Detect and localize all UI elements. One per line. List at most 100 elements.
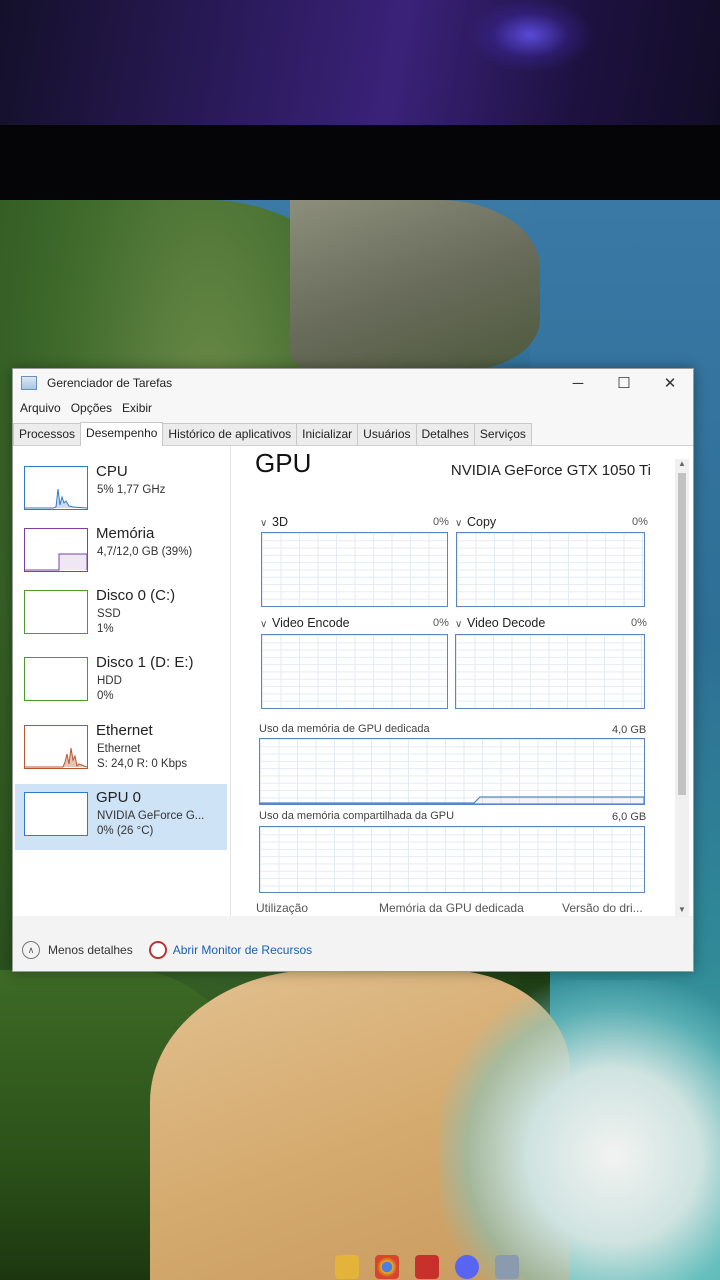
- tab-historico[interactable]: Histórico de aplicativos: [162, 423, 298, 445]
- graph-video-encode: [261, 634, 448, 709]
- menu-bar: Arquivo Opções Exibir: [13, 397, 693, 419]
- graph-3d: [261, 532, 448, 607]
- graph-dedicated-memory: [259, 738, 645, 805]
- fewer-details-button[interactable]: Menos detalhes: [48, 943, 133, 957]
- graph-shared-memory: [259, 826, 645, 893]
- stat-utilizacao-label: Utilização: [256, 901, 309, 915]
- engine-selector-copy[interactable]: ∨ Copy: [455, 515, 496, 529]
- chrome-icon[interactable]: [375, 1255, 399, 1279]
- wallpaper-rock: [290, 200, 540, 370]
- engine-label: 3D: [272, 515, 288, 529]
- open-resource-monitor-link[interactable]: Abrir Monitor de Recursos: [173, 943, 312, 957]
- task-manager-window: Gerenciador de Tarefas ─ ☐ ✕ Arquivo Opç…: [12, 368, 694, 972]
- menu-exibir[interactable]: Exibir: [117, 401, 157, 415]
- monitor-bezel: [0, 125, 720, 203]
- collapse-icon[interactable]: ∧: [22, 941, 40, 959]
- tab-detalhes[interactable]: Detalhes: [415, 423, 475, 445]
- resource-monitor-icon: [148, 941, 167, 959]
- maximize-button[interactable]: ☐: [601, 369, 647, 397]
- vertical-scrollbar[interactable]: ▲ ▼: [675, 459, 689, 917]
- sidebar-item-usage: 0% (26 °C): [97, 825, 154, 837]
- sidebar-item-disco-0[interactable]: Disco 0 (C:) SSD 1%: [15, 582, 227, 648]
- sidebar-item-name: Disco 0 (C:): [96, 587, 176, 604]
- engine-percent: 0%: [433, 516, 449, 528]
- cpu-thumbnail-graph: [24, 466, 88, 510]
- sidebar-item-name: Memória: [96, 525, 155, 542]
- engine-label: Video Encode: [272, 616, 350, 630]
- file-explorer-icon[interactable]: [335, 1255, 359, 1279]
- engine-label: Copy: [467, 515, 497, 529]
- sidebar-item-detail: NVIDIA GeForce G...: [97, 810, 205, 822]
- tab-usuarios[interactable]: Usuários: [357, 423, 417, 445]
- window-title: Gerenciador de Tarefas: [47, 376, 173, 390]
- sidebar-item-detail: Ethernet: [97, 743, 141, 755]
- gpu-thumbnail-graph: [24, 792, 88, 836]
- tab-inicializar[interactable]: Inicializar: [296, 423, 359, 445]
- sidebar-item-usage: 1%: [97, 623, 114, 635]
- dedicated-memory-max: 4,0 GB: [612, 724, 647, 736]
- tab-servicos[interactable]: Serviços: [473, 423, 532, 445]
- scroll-up-icon[interactable]: ▲: [675, 459, 689, 471]
- engine-selector-3d[interactable]: ∨ 3D: [260, 515, 288, 529]
- sidebar-item-detail: 4,7/12,0 GB (39%): [97, 546, 193, 558]
- tab-bar: Processos Desempenho Histórico de aplica…: [13, 419, 693, 446]
- scroll-down-icon[interactable]: ▼: [675, 905, 689, 917]
- sidebar-item-detail: HDD: [97, 675, 122, 687]
- graph-copy: [456, 532, 645, 607]
- taskbar-icons: [335, 1255, 565, 1280]
- engine-percent: 0%: [433, 617, 449, 629]
- page-title: GPU: [255, 448, 312, 478]
- sidebar-item-name: GPU 0: [96, 789, 142, 806]
- performance-content: CPU 5% 1,77 GHz Memória 4,7/12,0 GB (39%…: [13, 446, 693, 916]
- minimize-button[interactable]: ─: [555, 369, 601, 397]
- task-manager-icon: [21, 376, 37, 390]
- disk0-thumbnail-graph: [24, 590, 88, 634]
- chevron-down-icon: ∨: [260, 619, 268, 630]
- cpu-sparkline: [25, 488, 87, 509]
- tab-processos[interactable]: Processos: [13, 423, 82, 445]
- bottom-bar: ∧ Menos detalhes Abrir Monitor de Recurs…: [13, 931, 693, 969]
- close-button[interactable]: ✕: [647, 369, 693, 397]
- engine-percent: 0%: [631, 617, 647, 629]
- engine-percent: 0%: [632, 516, 648, 528]
- dedicated-memory-line: [260, 796, 644, 804]
- shared-memory-label: Uso da memória compartilhada da GPU: [259, 810, 455, 822]
- chevron-down-icon: ∨: [260, 518, 268, 529]
- scroll-thumb[interactable]: [678, 473, 686, 795]
- shared-memory-max: 6,0 GB: [612, 811, 647, 823]
- sidebar-item-ethernet[interactable]: Ethernet Ethernet S: 24,0 R: 0 Kbps: [15, 717, 227, 783]
- discord-icon[interactable]: [455, 1255, 479, 1279]
- ethernet-thumbnail-graph: [24, 725, 88, 769]
- sidebar-item-detail: SSD: [97, 608, 121, 620]
- menu-opcoes[interactable]: Opções: [66, 401, 117, 415]
- sidebar-item-name: Ethernet: [96, 722, 153, 739]
- sidebar-item-gpu-0[interactable]: GPU 0 NVIDIA GeForce G... 0% (26 °C): [15, 784, 227, 850]
- sidebar-item-detail: 5% 1,77 GHz: [97, 484, 166, 496]
- memory-thumbnail-graph: [24, 528, 88, 572]
- dedicated-memory-label: Uso da memória de GPU dedicada: [259, 723, 430, 735]
- sidebar-item-name: CPU: [96, 463, 128, 480]
- sidebar-item-usage: S: 24,0 R: 0 Kbps: [97, 758, 188, 770]
- memory-sparkline: [25, 553, 87, 571]
- taskmanager-taskbar-icon[interactable]: [495, 1255, 519, 1279]
- graph-video-decode: [455, 634, 645, 709]
- sidebar-item-disco-1[interactable]: Disco 1 (D: E:) HDD 0%: [15, 649, 227, 715]
- gpu-model-name: NVIDIA GeForce GTX 1050 Ti: [450, 462, 651, 479]
- photo-top-background: [0, 0, 720, 125]
- resource-sidebar: CPU 5% 1,77 GHz Memória 4,7/12,0 GB (39%…: [13, 446, 231, 916]
- wallpaper-foam: [440, 980, 720, 1280]
- stat-dedicated-memory-label: Memória da GPU dedicada: [379, 901, 524, 915]
- disk1-thumbnail-graph: [24, 657, 88, 701]
- engine-selector-video-encode[interactable]: ∨ Video Encode: [260, 616, 350, 630]
- stat-driver-version-label: Versão do dri...: [562, 901, 643, 915]
- acrobat-icon[interactable]: [415, 1255, 439, 1279]
- chevron-down-icon: ∨: [455, 619, 463, 630]
- chevron-down-icon: ∨: [455, 518, 463, 529]
- menu-arquivo[interactable]: Arquivo: [15, 401, 66, 415]
- engine-selector-video-decode[interactable]: ∨ Video Decode: [455, 616, 545, 630]
- tab-desempenho[interactable]: Desempenho: [80, 422, 164, 446]
- sidebar-item-cpu[interactable]: CPU 5% 1,77 GHz: [15, 458, 227, 524]
- sidebar-item-name: Disco 1 (D: E:): [96, 654, 194, 671]
- sidebar-item-usage: 0%: [97, 690, 114, 702]
- sidebar-item-memoria[interactable]: Memória 4,7/12,0 GB (39%): [15, 520, 227, 586]
